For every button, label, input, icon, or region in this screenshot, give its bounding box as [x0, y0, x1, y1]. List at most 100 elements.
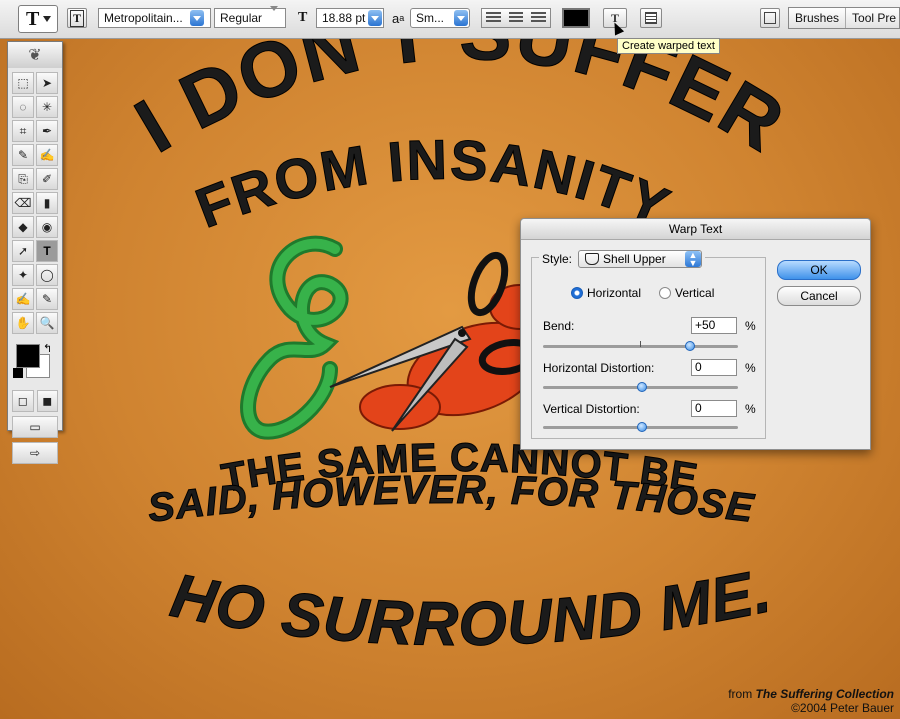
text-color-swatch[interactable]	[562, 8, 590, 28]
toolbox-palette: ❦ ⬚ ➤ ◌ ✳ ⌗ ✒ ✎ ✍ ⎘ ✐ ⌫ ▮ ◆ ◉ ➚ T ✦ ◯ ✍ ✎ ✋ 🔍 ↰ ◻ ◼ ▭ ⇨	[7, 41, 63, 464]
font-family-select[interactable]: Metropolitain...	[98, 8, 211, 28]
tool-button[interactable]: ⬚	[12, 72, 34, 94]
jump-to-row: ⇨	[8, 442, 62, 464]
photoshop-feather-icon: ❦	[28, 47, 42, 64]
tool-button[interactable]: ✳	[36, 96, 58, 118]
tool-button[interactable]: ▮	[36, 192, 58, 214]
palette-well-icon	[764, 12, 776, 24]
palette-tab-tool-presets[interactable]: Tool Pre	[846, 8, 899, 28]
align-left-icon[interactable]	[486, 12, 501, 24]
tool-button[interactable]: ✐	[36, 168, 58, 190]
tool-button[interactable]: ◉	[36, 216, 58, 238]
tool-button[interactable]: ✍	[12, 288, 34, 310]
text-align-group[interactable]	[481, 8, 551, 28]
tool-button[interactable]: ◯	[36, 264, 58, 286]
aa-sub-glyph: a	[399, 13, 405, 23]
font-size-icon: T	[298, 10, 308, 25]
style-value: Shell Upper	[603, 252, 666, 266]
green-squiggle-shape	[240, 235, 349, 440]
toggle-character-palettes-button[interactable]	[640, 8, 662, 28]
shell-upper-icon	[585, 253, 600, 265]
warp-text-dialog: Warp Text Style: Shell Upper ▲ ▼ Horizont…	[520, 218, 871, 450]
tool-button[interactable]: ◌	[12, 96, 34, 118]
horizontal-distortion-input[interactable]: 0	[691, 359, 737, 376]
credit-prefix: from	[728, 687, 756, 701]
horizontal-distortion-label: Horizontal Distortion:	[543, 361, 655, 375]
palettes-icon	[645, 12, 657, 24]
default-colors-icon[interactable]	[13, 368, 23, 378]
palette-well-icon-button[interactable]	[760, 8, 780, 28]
standard-mode-icon[interactable]: ◻	[12, 390, 34, 412]
screen-mode-icon[interactable]: ▭	[12, 416, 58, 438]
tooltip: Create warped text	[617, 38, 720, 54]
bend-slider[interactable]	[543, 341, 738, 351]
font-size-field[interactable]: 18.88 pt	[316, 8, 384, 28]
tool-preset-picker[interactable]: T	[18, 5, 58, 33]
tool-button[interactable]: ✋	[12, 312, 34, 334]
bend-input[interactable]: +50	[691, 317, 737, 334]
chevron-down-icon	[368, 10, 382, 26]
vertical-radio[interactable]: Vertical	[659, 286, 714, 300]
align-center-icon[interactable]	[508, 12, 524, 24]
anti-alias-icon: aa	[392, 8, 412, 28]
cancel-button[interactable]: Cancel	[777, 286, 861, 306]
credit-copyright: ©2004 Peter Bauer	[791, 701, 894, 715]
tool-button[interactable]: ➚	[12, 240, 34, 262]
aa-glyph: a	[392, 10, 400, 26]
horizontal-radio[interactable]: Horizontal	[571, 286, 641, 300]
tool-button[interactable]: ✎	[36, 288, 58, 310]
chevron-down-icon	[262, 11, 278, 25]
vertical-label: Vertical	[675, 286, 715, 300]
horizontal-distortion-slider[interactable]	[543, 382, 738, 392]
palette-tab-brushes[interactable]: Brushes	[789, 8, 847, 28]
chevron-down-icon	[43, 16, 52, 22]
tool-button[interactable]: T	[36, 240, 58, 262]
style-select[interactable]: Shell Upper ▲ ▼	[578, 250, 703, 268]
vertical-distortion-slider-thumb[interactable]	[636, 422, 647, 432]
image-credit: from The Suffering Collection ©2004 Pete…	[728, 687, 894, 715]
tool-button[interactable]: ✍	[36, 144, 58, 166]
mask-mode-row: ◻ ◼	[8, 390, 62, 412]
swap-colors-icon[interactable]: ↰	[43, 342, 52, 355]
orientation-radios: Horizontal Vertical	[571, 286, 714, 300]
tool-button[interactable]: ✒	[36, 120, 58, 142]
jump-to-imageready-icon[interactable]: ⇨	[12, 442, 58, 464]
anti-alias-select[interactable]: Sm...	[410, 8, 470, 28]
tool-button[interactable]: ✎	[12, 144, 34, 166]
palette-well: Brushes Tool Pre	[788, 7, 900, 29]
align-right-icon[interactable]	[531, 12, 547, 24]
horizontal-label: Horizontal	[587, 286, 642, 300]
bend-unit: %	[745, 319, 756, 333]
quick-mask-icon[interactable]: ◼	[36, 390, 58, 412]
color-picker: ↰	[12, 340, 58, 384]
type-tool-glyph: T	[26, 7, 40, 30]
horizontal-distortion-slider-thumb[interactable]	[636, 382, 647, 392]
chevron-down-icon	[454, 10, 468, 26]
tool-button[interactable]: ➤	[36, 72, 58, 94]
font-size-value: 18.88 pt	[322, 11, 366, 25]
chevron-down-icon	[190, 10, 204, 26]
text-orientation-toggle-button[interactable]: T	[67, 8, 87, 28]
tool-button[interactable]: ⌗	[12, 120, 34, 142]
style-row: Style: Shell Upper ▲ ▼	[539, 250, 706, 268]
tool-button[interactable]: ◆	[12, 216, 34, 238]
horizontal-distortion-unit: %	[745, 361, 756, 375]
vertical-distortion-slider[interactable]	[543, 422, 738, 432]
vertical-distortion-input[interactable]: 0	[691, 400, 737, 417]
vertical-distortion-label: Vertical Distortion:	[543, 402, 640, 416]
style-label: Style:	[542, 252, 573, 266]
anti-alias-value: Sm...	[416, 11, 445, 25]
font-style-select[interactable]: Regular	[214, 8, 286, 28]
font-style-value: Regular	[220, 11, 263, 25]
chevron-updown-icon: ▲ ▼	[685, 251, 702, 268]
toolbox-header[interactable]: ❦	[8, 42, 62, 68]
foreground-color-swatch[interactable]	[16, 344, 40, 368]
tool-button[interactable]: ✦	[12, 264, 34, 286]
tool-grid: ⬚ ➤ ◌ ✳ ⌗ ✒ ✎ ✍ ⎘ ✐ ⌫ ▮ ◆ ◉ ➚ T ✦ ◯ ✍ ✎ ✋ 🔍	[8, 68, 62, 334]
radio-unselected-icon	[659, 287, 672, 299]
ok-button[interactable]: OK	[777, 260, 861, 280]
tool-button[interactable]: ⌫	[12, 192, 34, 214]
tool-button[interactable]: 🔍	[36, 312, 58, 334]
font-family-value: Metropolitain...	[104, 11, 183, 25]
tool-button[interactable]: ⎘	[12, 168, 34, 190]
